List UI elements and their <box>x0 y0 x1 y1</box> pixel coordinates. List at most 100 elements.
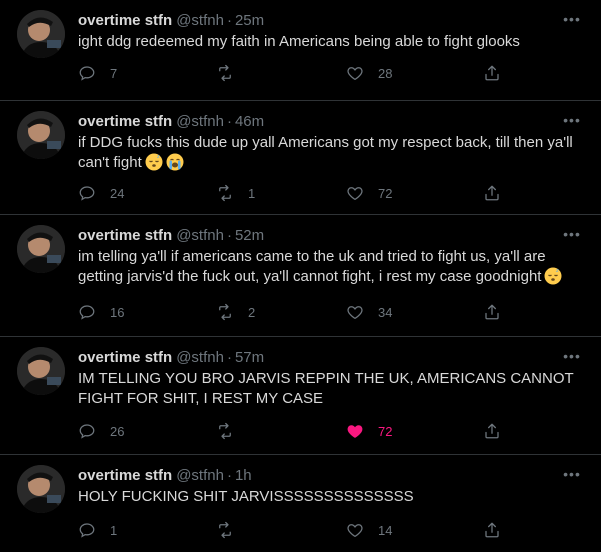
like-count: 72 <box>378 423 393 439</box>
share-button[interactable] <box>483 63 501 83</box>
reply-icon <box>79 523 95 538</box>
svg-text:z: z <box>556 268 559 274</box>
reply-icon <box>79 305 95 320</box>
tweet-text: HOLY FUCKING SHIT JARVISSSSSSSSSSSSSS <box>78 487 581 507</box>
user-handle[interactable]: @stfnh <box>176 349 224 366</box>
display-name[interactable]: overtime stfn <box>78 349 172 366</box>
tweet-text: ight ddg redeemed my faith in Americans … <box>78 32 581 52</box>
heart-filled-icon <box>347 425 363 438</box>
retweet-icon <box>219 521 231 539</box>
retweet-button[interactable]: 1 <box>216 183 255 203</box>
tweet-actions: 1 14 <box>78 520 508 540</box>
user-handle[interactable]: @stfnh <box>176 113 224 130</box>
share-icon <box>485 65 499 81</box>
retweet-icon <box>219 422 231 440</box>
loudly-crying-face-emoji <box>166 153 184 177</box>
retweet-button[interactable] <box>216 421 248 441</box>
retweet-count: 2 <box>248 304 256 320</box>
display-name[interactable]: overtime stfn <box>78 467 172 484</box>
share-icon <box>485 522 499 538</box>
retweet-button[interactable] <box>216 63 248 83</box>
retweet-icon <box>219 64 231 82</box>
timestamp[interactable]: 46m <box>235 113 264 130</box>
tweet-text-content: IM TELLING YOU BRO JARVIS REPPIN THE UK,… <box>78 370 574 407</box>
share-button[interactable] <box>483 421 501 441</box>
tweet-text: im telling ya'll if americans came to th… <box>78 247 581 291</box>
reply-button[interactable]: 24 <box>78 183 124 203</box>
tweet[interactable]: overtime stfn @stfnh · 46m ••• if DDG fu… <box>0 101 601 215</box>
more-options-icon[interactable]: ••• <box>563 465 581 483</box>
display-name[interactable]: overtime stfn <box>78 113 172 130</box>
like-count: 34 <box>378 304 393 320</box>
share-icon <box>485 185 499 201</box>
separator-dot: · <box>226 112 232 130</box>
like-button[interactable]: 72 <box>346 421 392 441</box>
share-button[interactable] <box>483 520 501 540</box>
separator-dot: · <box>226 348 232 366</box>
avatar[interactable] <box>17 347 65 395</box>
like-button[interactable]: 14 <box>346 520 392 540</box>
avatar[interactable] <box>17 225 65 273</box>
avatar[interactable] <box>17 10 65 58</box>
reply-count: 26 <box>110 423 125 439</box>
reply-button[interactable]: 26 <box>78 421 124 441</box>
heart-icon <box>347 67 363 81</box>
reply-count: 1 <box>110 522 118 538</box>
more-options-icon[interactable]: ••• <box>563 347 581 365</box>
retweet-button[interactable] <box>216 520 248 540</box>
more-options-icon[interactable]: ••• <box>563 111 581 129</box>
reply-count: 24 <box>110 185 125 201</box>
like-button[interactable]: 72 <box>346 183 392 203</box>
share-button[interactable] <box>483 183 501 203</box>
separator-dot: · <box>226 226 232 244</box>
separator-dot: · <box>226 466 232 484</box>
timestamp[interactable]: 57m <box>235 349 264 366</box>
share-icon <box>485 304 499 320</box>
reply-icon <box>79 66 95 81</box>
tweet-actions: 24 1 72 <box>78 183 508 203</box>
reply-button[interactable]: 16 <box>78 302 124 322</box>
tweet-actions: 16 2 34 <box>78 302 508 322</box>
tweet[interactable]: overtime stfn @stfnh · 1h ••• HOLY FUCKI… <box>0 455 601 552</box>
heart-icon <box>347 306 363 320</box>
reply-icon <box>79 186 95 201</box>
like-button[interactable]: 34 <box>346 302 392 322</box>
sleeping-face-emoji: z <box>145 153 163 177</box>
heart-icon <box>347 524 363 538</box>
svg-text:z: z <box>157 154 160 160</box>
display-name[interactable]: overtime stfn <box>78 227 172 244</box>
timestamp[interactable]: 1h <box>235 467 252 484</box>
like-button[interactable]: 28 <box>346 63 392 83</box>
tweet-actions: 7 28 <box>78 63 508 83</box>
user-handle[interactable]: @stfnh <box>176 12 224 29</box>
avatar[interactable] <box>17 111 65 159</box>
share-button[interactable] <box>483 302 501 322</box>
share-icon <box>485 423 499 439</box>
retweet-button[interactable]: 2 <box>216 302 255 322</box>
tweet-text-content: HOLY FUCKING SHIT JARVISSSSSSSSSSSSSS <box>78 488 414 505</box>
timestamp[interactable]: 25m <box>235 12 264 29</box>
reply-button[interactable]: 7 <box>78 63 117 83</box>
tweet-text-content: im telling ya'll if americans came to th… <box>78 248 546 285</box>
user-handle[interactable]: @stfnh <box>176 467 224 484</box>
retweet-icon <box>219 184 231 202</box>
tweet[interactable]: overtime stfn @stfnh · 25m ••• ight ddg … <box>0 0 601 101</box>
tweet[interactable]: overtime stfn @stfnh · 52m ••• im tellin… <box>0 215 601 337</box>
more-options-icon[interactable]: ••• <box>563 10 581 28</box>
like-count: 14 <box>378 522 393 538</box>
retweet-count: 1 <box>248 185 256 201</box>
reply-button[interactable]: 1 <box>78 520 117 540</box>
tweet-text-content: ight ddg redeemed my faith in Americans … <box>78 33 520 50</box>
heart-icon <box>347 187 363 201</box>
more-options-icon[interactable]: ••• <box>563 225 581 243</box>
tweet[interactable]: overtime stfn @stfnh · 57m ••• IM TELLIN… <box>0 337 601 455</box>
reply-count: 16 <box>110 304 125 320</box>
timestamp[interactable]: 52m <box>235 227 264 244</box>
avatar[interactable] <box>17 465 65 513</box>
tweet-actions: 26 72 <box>78 421 508 441</box>
reply-count: 7 <box>110 65 118 81</box>
like-count: 72 <box>378 185 393 201</box>
sleeping-face-emoji: z <box>544 267 562 291</box>
display-name[interactable]: overtime stfn <box>78 12 172 29</box>
user-handle[interactable]: @stfnh <box>176 227 224 244</box>
